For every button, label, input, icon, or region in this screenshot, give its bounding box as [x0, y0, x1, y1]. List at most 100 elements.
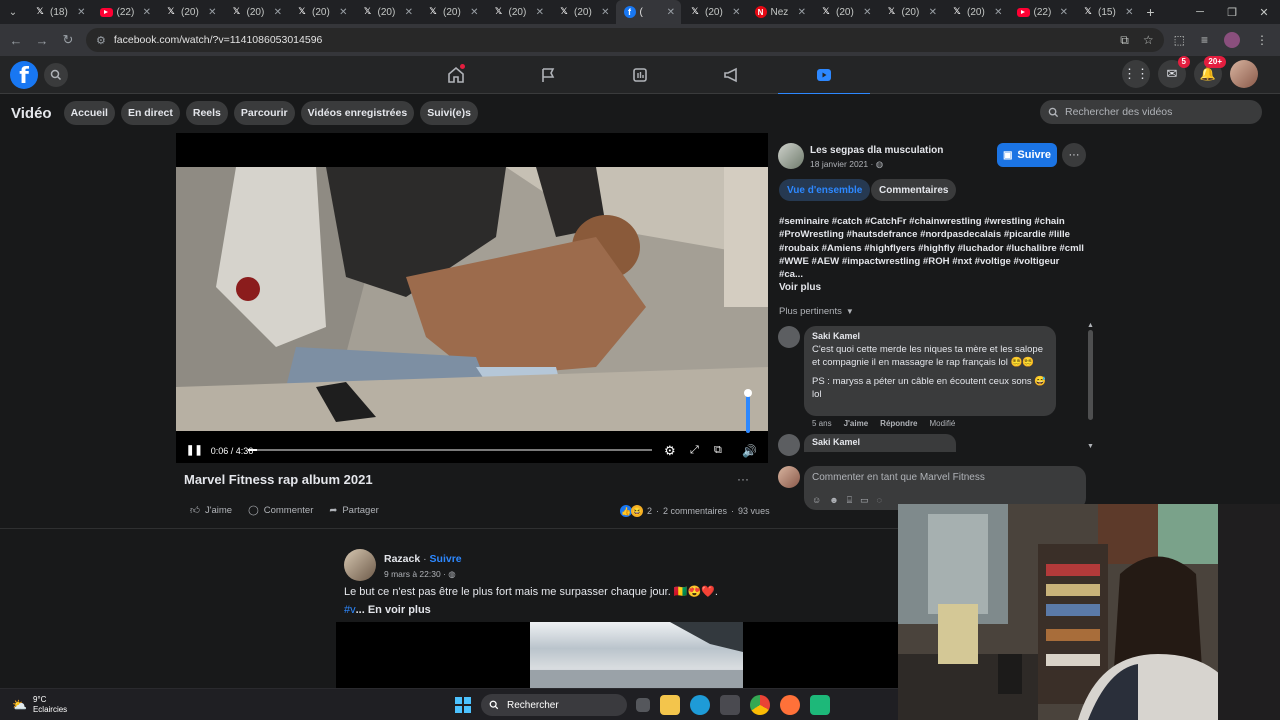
- browser-tab[interactable]: 𝕏 (18) ✕: [26, 0, 92, 24]
- nav-ads[interactable]: [686, 56, 778, 94]
- settings-gear-icon[interactable]: ⚙: [664, 443, 676, 459]
- close-tab-icon[interactable]: ✕: [732, 7, 740, 18]
- browser-tab[interactable]: (22) ✕: [92, 0, 158, 24]
- post-image[interactable]: [530, 622, 743, 688]
- video-nav-chip[interactable]: En direct: [120, 101, 180, 125]
- close-tab-icon[interactable]: ✕: [1060, 7, 1068, 18]
- firefox-icon[interactable]: [780, 695, 800, 715]
- comment-reply-button[interactable]: Répondre: [880, 419, 917, 428]
- commenter-avatar[interactable]: [778, 326, 800, 348]
- video-nav-chip[interactable]: Reels: [185, 101, 228, 125]
- video-more-options-icon[interactable]: ···: [732, 472, 754, 488]
- volume-slider-handle[interactable]: [744, 389, 752, 397]
- browser-tab[interactable]: 𝕏 (20) ✕: [223, 0, 289, 24]
- browser-tab[interactable]: 𝕏 (20) ✕: [812, 0, 878, 24]
- notifications-bell-icon[interactable]: 🔔 20+: [1194, 56, 1226, 88]
- camera-icon[interactable]: ⌸: [847, 495, 852, 506]
- menu-grid-icon[interactable]: ⋮⋮: [1122, 60, 1150, 88]
- post-author-name[interactable]: Razack: [384, 553, 420, 565]
- video-search-input[interactable]: Rechercher des vidéos: [1040, 100, 1262, 124]
- store-icon[interactable]: [720, 695, 740, 715]
- video-nav-chip[interactable]: Accueil: [63, 101, 115, 125]
- close-window-button[interactable]: ✕: [1248, 6, 1280, 19]
- video-nav-chip[interactable]: Parcourir: [233, 101, 295, 125]
- close-tab-icon[interactable]: ✕: [405, 7, 413, 18]
- comment-button[interactable]: ◯ Commenter: [248, 504, 313, 516]
- browser-tab[interactable]: 𝕏 (20) ✕: [681, 0, 747, 24]
- url-field[interactable]: ⚙ facebook.com/watch/?v=1141086053014596…: [86, 28, 1164, 52]
- close-tab-icon[interactable]: ✕: [994, 7, 1002, 18]
- comments-scrollbar[interactable]: [1088, 330, 1093, 420]
- edge-icon[interactable]: [690, 695, 710, 715]
- browser-tab[interactable]: 𝕏 (20) ✕: [288, 0, 354, 24]
- close-tab-icon[interactable]: ✕: [208, 7, 216, 18]
- nav-marketplace[interactable]: [594, 56, 686, 94]
- tab-search-icon[interactable]: ⌄: [0, 7, 26, 18]
- browser-tab[interactable]: N Nez ✕: [747, 0, 813, 24]
- video-nav-chip[interactable]: Suivi(e)s: [420, 101, 478, 125]
- app-icon[interactable]: [810, 695, 830, 715]
- follow-button[interactable]: ▣ Suivre: [997, 143, 1057, 167]
- hashtags-line[interactable]: #roubaix #Amiens #highflyers #highfly #l…: [779, 242, 1089, 255]
- post-date[interactable]: 18 janvier 2021 · ◍: [810, 159, 883, 170]
- start-button[interactable]: [455, 697, 471, 713]
- browser-tab[interactable]: 𝕏 (20) ✕: [943, 0, 1009, 24]
- media-controls-icon[interactable]: ≡: [1201, 33, 1208, 47]
- video-frame[interactable]: [176, 167, 768, 431]
- reactions-count[interactable]: 2: [647, 506, 652, 516]
- comment-author[interactable]: Saki Kamel: [812, 331, 1048, 341]
- like-button[interactable]: 👍︎ J'aime: [190, 504, 232, 517]
- video-player[interactable]: ❚❚ 0:06 / 4:36 ⚙ ⤢ ⧉ 🔊: [176, 133, 768, 463]
- pause-icon[interactable]: ❚❚: [186, 445, 203, 456]
- tab-comments[interactable]: Commentaires: [871, 179, 957, 201]
- hashtags-line[interactable]: #ProWrestling #hautsdefrance #nordpasdec…: [779, 228, 1089, 241]
- scroll-down-icon[interactable]: ▼: [1087, 443, 1094, 450]
- nav-video[interactable]: [778, 56, 870, 95]
- bookmark-star-icon[interactable]: ☆: [1143, 33, 1154, 48]
- new-tab-button[interactable]: +: [1140, 4, 1162, 20]
- site-info-icon[interactable]: ⚙: [96, 34, 106, 47]
- page-avatar[interactable]: [778, 143, 804, 169]
- back-button[interactable]: ←: [8, 33, 24, 48]
- hashtags-line[interactable]: #ca...: [779, 268, 1089, 281]
- close-tab-icon[interactable]: ✕: [143, 7, 151, 18]
- nav-home[interactable]: [410, 56, 502, 94]
- comments-count[interactable]: 2 commentaires: [663, 506, 727, 516]
- browser-tab[interactable]: 𝕏 (20) ✕: [419, 0, 485, 24]
- install-icon[interactable]: ⧉: [1120, 33, 1129, 48]
- browser-tab[interactable]: 𝕏 (20) ✕: [485, 0, 551, 24]
- hashtags-line[interactable]: #WWE #AEW #impactwrestling #ROH #nxt #vo…: [779, 255, 1089, 268]
- close-tab-icon[interactable]: ✕: [1125, 7, 1133, 18]
- close-tab-icon[interactable]: ✕: [470, 7, 478, 18]
- comment-time[interactable]: 5 ans: [812, 419, 832, 428]
- tab-overview[interactable]: Vue d'ensemble: [779, 179, 871, 201]
- comment-like-button[interactable]: J'aime: [844, 419, 869, 428]
- see-more-link[interactable]: ... En voir plus: [356, 604, 431, 616]
- account-avatar[interactable]: [1230, 60, 1258, 88]
- close-tab-icon[interactable]: ✕: [863, 7, 871, 18]
- browser-tab[interactable]: (22) ✕: [1009, 0, 1075, 24]
- close-tab-icon[interactable]: ✕: [929, 7, 937, 18]
- search-icon[interactable]: [44, 63, 68, 87]
- messenger-icon[interactable]: ✉ 5: [1158, 56, 1190, 88]
- video-nav-chip[interactable]: Vidéos enregistrées: [300, 101, 415, 125]
- facebook-logo[interactable]: f: [10, 61, 38, 89]
- scroll-up-icon[interactable]: ▲: [1087, 322, 1094, 329]
- close-tab-icon[interactable]: ✕: [667, 7, 675, 18]
- task-view-icon[interactable]: [636, 698, 650, 712]
- hashtags-line[interactable]: #seminaire #catch #CatchFr #chainwrestli…: [779, 215, 1089, 228]
- post-media[interactable]: [336, 622, 898, 688]
- browser-menu-icon[interactable]: ⋮: [1256, 33, 1268, 47]
- picture-in-picture-icon[interactable]: ⧉: [714, 444, 722, 457]
- close-tab-icon[interactable]: ✕: [536, 7, 544, 18]
- reload-button[interactable]: ↻: [60, 32, 76, 48]
- post-date[interactable]: 9 mars à 22:30 · ◍: [384, 569, 456, 580]
- nav-pages[interactable]: [502, 56, 594, 94]
- share-button[interactable]: ➦ Partager: [329, 504, 378, 516]
- fullscreen-icon[interactable]: ⤢: [690, 444, 699, 457]
- weather-widget[interactable]: ⛅ 9°C Eclaircies: [12, 695, 67, 715]
- commenter-avatar[interactable]: [778, 434, 800, 456]
- browser-tab[interactable]: 𝕏 (20) ✕: [157, 0, 223, 24]
- browser-tab[interactable]: 𝕏 (20) ✕: [354, 0, 420, 24]
- close-tab-icon[interactable]: ✕: [339, 7, 347, 18]
